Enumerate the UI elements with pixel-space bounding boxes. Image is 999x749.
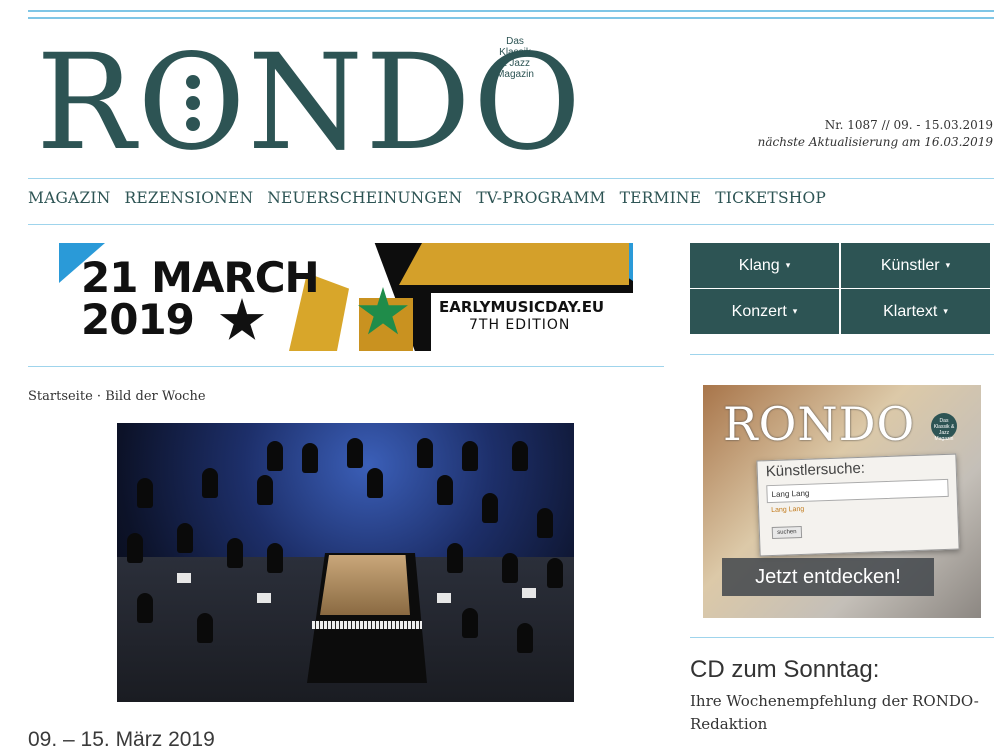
early-music-day-banner[interactable]: 21 MARCH 2019 EARLYMUSICDAY.EU 7TH EDITI… [59, 243, 633, 351]
nav-item-rezensionen[interactable]: REZENSIONEN [125, 189, 254, 207]
nav-rule-top [28, 178, 994, 179]
musician [517, 623, 533, 653]
top-rule [28, 10, 994, 12]
cd-of-sunday-description: Ihre Wochenempfehlung der RONDO-Redaktio… [690, 692, 979, 733]
menu-label: Klang [738, 256, 780, 274]
musician [257, 475, 273, 505]
banner-site: EARLYMUSICDAY.EU [439, 298, 605, 316]
musician [447, 543, 463, 573]
music-stand [257, 593, 271, 603]
menu-label: Konzert [731, 302, 787, 320]
main-nav: MAGAZIN REZENSIONEN NEUERSCHEINUNGEN TV-… [28, 189, 826, 207]
week-title: 09. – 15. März 2019 [28, 728, 215, 749]
artist-search-input: Lang Lang [766, 478, 949, 504]
banner-date-line1: 21 MARCH [81, 253, 320, 302]
artist-search-suggestion: Lang Lang [771, 505, 805, 515]
picture-of-the-week[interactable] [117, 423, 574, 702]
breadcrumb-home[interactable]: Startseite [28, 389, 93, 404]
artist-search-promo[interactable]: RONDO Das Klassik & Jazz Magazin Künstle… [703, 385, 981, 618]
menu-label: Künstler [880, 256, 940, 274]
musician [197, 613, 213, 643]
musician [267, 543, 283, 573]
musician [267, 441, 283, 471]
musician [512, 441, 528, 471]
caret-down-icon: ▾ [785, 260, 791, 270]
logo-tagline: Das Klassik & Jazz Magazin [496, 36, 534, 80]
nav-item-termine[interactable]: TERMINE [620, 189, 702, 207]
menu-klartext[interactable]: Klartext ▾ [841, 289, 990, 334]
music-stand [437, 593, 451, 603]
nav-item-magazin[interactable]: MAGAZIN [28, 189, 111, 207]
nav-rule-bottom [28, 224, 994, 225]
caret-down-icon: ▾ [943, 306, 948, 316]
piano-lid [320, 555, 410, 615]
category-menu: Klang ▾ Künstler ▾ Konzert ▾ Klartext ▾ [690, 243, 990, 334]
nav-item-tv-programm[interactable]: TV-PROGRAMM [476, 189, 605, 207]
musician [137, 478, 153, 508]
musician [417, 438, 433, 468]
musician [347, 438, 363, 468]
menu-konzert[interactable]: Konzert ▾ [690, 289, 839, 334]
artist-search-card: Künstlersuche: Lang Lang Lang Lang suche… [756, 453, 960, 557]
musician [137, 593, 153, 623]
issue-number: Nr. 1087 // 09. - 15.03.2019 [824, 118, 993, 132]
content-rule [28, 366, 664, 367]
sidebar-rule [690, 354, 994, 355]
musician [462, 441, 478, 471]
musician [302, 443, 318, 473]
musician [502, 553, 518, 583]
piano-keys [312, 621, 422, 629]
logo-dots-icon [185, 74, 200, 131]
next-update: nächste Aktualisierung am 16.03.2019 [757, 135, 993, 149]
breadcrumb-separator: · [96, 389, 102, 404]
musician [227, 538, 243, 568]
artist-search-button: suchen [771, 525, 803, 540]
musician [127, 533, 143, 563]
menu-label: Klartext [883, 302, 938, 320]
musician [462, 608, 478, 638]
issue-info: Nr. 1087 // 09. - 15.03.2019 nächste Akt… [758, 117, 993, 151]
nav-item-neuerscheinungen[interactable]: NEUERSCHEINUNGEN [267, 189, 462, 207]
artist-search-title: Künstlersuche: [765, 459, 866, 481]
breadcrumb-current: Bild der Woche [105, 389, 206, 404]
banner-date-line2: 2019 [81, 295, 195, 344]
caret-down-icon: ▾ [792, 306, 798, 316]
musician [537, 508, 553, 538]
musician [547, 558, 563, 588]
breadcrumb: Startseite · Bild der Woche [28, 389, 206, 404]
musician [437, 475, 453, 505]
music-stand [522, 588, 536, 598]
cd-of-sunday-title[interactable]: CD zum Sonntag: [690, 656, 879, 684]
nav-item-ticketshop[interactable]: TICKETSHOP [715, 189, 826, 207]
musician [177, 523, 193, 553]
musician [202, 468, 218, 498]
promo-logo: RONDO [723, 397, 916, 451]
musician [367, 468, 383, 498]
banner-edition: 7TH EDITION [469, 317, 571, 333]
musician [482, 493, 498, 523]
music-stand [177, 573, 191, 583]
discover-now-button[interactable]: Jetzt entdecken! [722, 558, 934, 596]
menu-kuenstler[interactable]: Künstler ▾ [841, 243, 990, 288]
caret-down-icon: ▾ [945, 260, 951, 270]
menu-klang[interactable]: Klang ▾ [690, 243, 839, 288]
promo-logo-tagline: Das Klassik & Jazz Magazin [931, 413, 957, 442]
top-rule [28, 17, 994, 19]
sidebar-rule [690, 637, 994, 638]
